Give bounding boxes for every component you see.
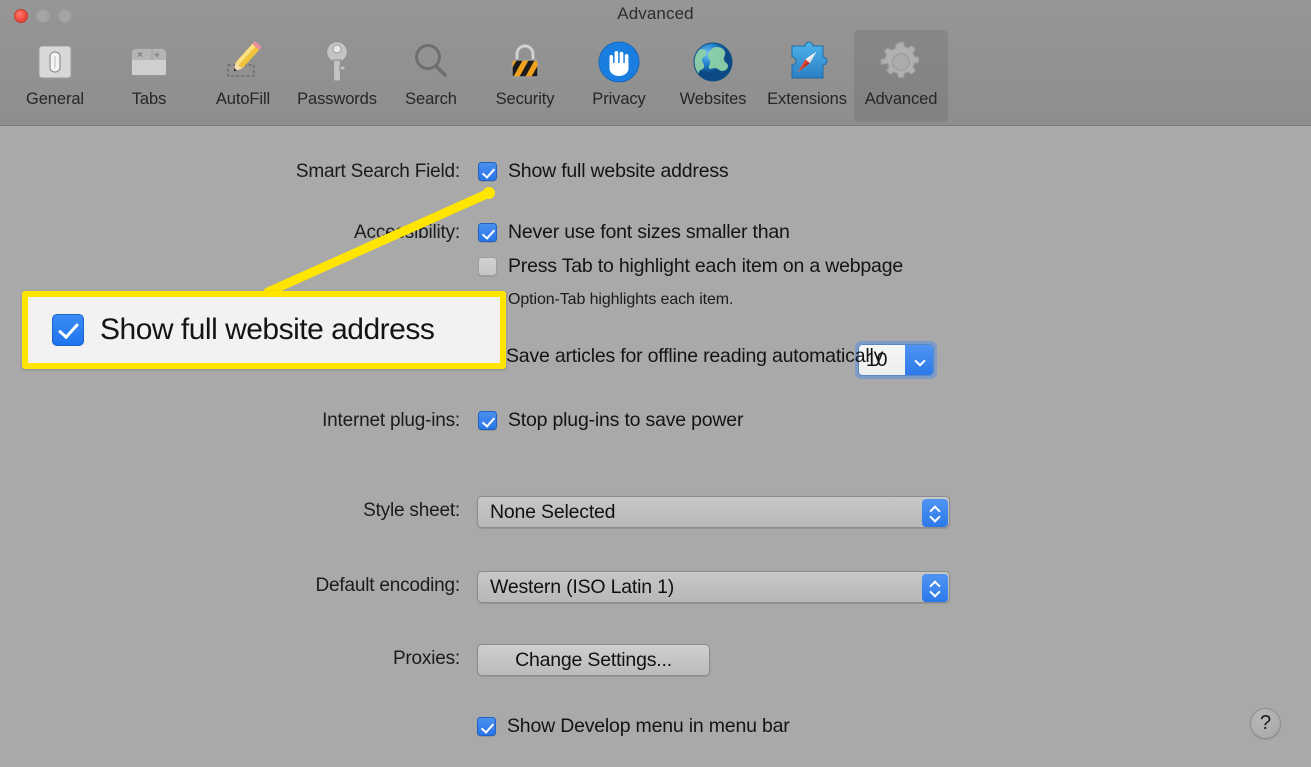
callout-label: Show full website address bbox=[100, 313, 435, 346]
chevron-up-down-icon[interactable] bbox=[921, 573, 948, 602]
tab-autofill[interactable]: AutoFill bbox=[196, 30, 290, 122]
chevron-up-down-icon[interactable] bbox=[921, 498, 948, 527]
tab-autofill-label: AutoFill bbox=[215, 90, 271, 108]
default-encoding-label: Default encoding: bbox=[315, 575, 461, 596]
privacy-hand-icon bbox=[594, 37, 644, 87]
passwords-key-icon bbox=[312, 37, 362, 87]
show-develop-menu-row[interactable]: Show Develop menu in menu bar bbox=[477, 715, 790, 738]
show-full-website-address-row[interactable]: Show full website address bbox=[478, 160, 729, 183]
default-encoding-select[interactable]: Western (ISO Latin 1) bbox=[477, 571, 950, 603]
accessibility-label: Accessibility: bbox=[354, 222, 460, 243]
chevron-down-icon[interactable] bbox=[905, 345, 933, 375]
tab-websites-label: Websites bbox=[679, 90, 747, 108]
extensions-puzzle-icon bbox=[782, 37, 832, 87]
advanced-gear-icon bbox=[876, 37, 926, 87]
smart-search-field-label: Smart Search Field: bbox=[295, 161, 460, 182]
never-use-font-sizes-label: Never use font sizes smaller than bbox=[508, 221, 790, 243]
autofill-pencil-icon bbox=[218, 37, 268, 87]
tab-privacy-label: Privacy bbox=[592, 90, 646, 108]
proxies-label: Proxies: bbox=[392, 648, 460, 669]
window-titlebar: Advanced General Tabs AutoFill Passwords… bbox=[0, 0, 1311, 126]
callout-checkbox[interactable] bbox=[52, 314, 84, 346]
show-full-website-address-checkbox[interactable] bbox=[478, 162, 497, 181]
tab-search-label: Search bbox=[405, 90, 457, 108]
show-full-website-address-label: Show full website address bbox=[508, 160, 729, 182]
preferences-window: Advanced General Tabs AutoFill Passwords… bbox=[0, 0, 1311, 767]
tab-general-label: General bbox=[25, 90, 84, 108]
show-develop-menu-checkbox[interactable] bbox=[477, 717, 496, 736]
help-button[interactable]: ? bbox=[1250, 708, 1281, 739]
show-develop-menu-label: Show Develop menu in menu bar bbox=[507, 715, 790, 737]
press-tab-highlight-label: Press Tab to highlight each item on a we… bbox=[508, 255, 903, 277]
tab-tabs-label: Tabs bbox=[131, 90, 167, 108]
stop-plugins-label: Stop plug-ins to save power bbox=[508, 409, 744, 431]
tab-advanced-label: Advanced bbox=[864, 90, 938, 108]
save-articles-offline-label: Save articles for offline reading automa… bbox=[506, 345, 884, 367]
tab-extensions-label: Extensions bbox=[767, 90, 847, 108]
tab-security[interactable]: Security bbox=[478, 30, 572, 122]
tab-extensions[interactable]: Extensions bbox=[760, 30, 854, 122]
tab-general[interactable]: General bbox=[8, 30, 102, 122]
style-sheet-select[interactable]: None Selected bbox=[477, 496, 950, 528]
change-settings-button[interactable]: Change Settings... bbox=[477, 644, 710, 676]
highlight-callout: Show full website address bbox=[22, 291, 506, 369]
tab-passwords-label: Passwords bbox=[297, 90, 377, 108]
general-switch-icon bbox=[30, 37, 80, 87]
press-tab-highlight-checkbox[interactable] bbox=[478, 257, 497, 276]
option-tab-note: Option-Tab highlights each item. bbox=[508, 291, 734, 308]
tab-search[interactable]: Search bbox=[384, 30, 478, 122]
style-sheet-label: Style sheet: bbox=[363, 500, 460, 521]
tab-advanced[interactable]: Advanced bbox=[854, 30, 948, 122]
window-title: Advanced bbox=[617, 4, 694, 23]
preferences-toolbar: General Tabs AutoFill Passwords Search S… bbox=[0, 30, 948, 122]
search-magnifier-icon bbox=[406, 37, 456, 87]
tab-passwords[interactable]: Passwords bbox=[290, 30, 384, 122]
style-sheet-value: None Selected bbox=[490, 500, 616, 523]
default-encoding-value: Western (ISO Latin 1) bbox=[490, 575, 675, 598]
websites-globe-icon bbox=[688, 37, 738, 87]
tab-privacy[interactable]: Privacy bbox=[572, 30, 666, 122]
security-padlock-icon bbox=[500, 37, 550, 87]
internet-plugins-label: Internet plug-ins: bbox=[322, 410, 460, 431]
advanced-settings-panel: Smart Search Field: Show full website ad… bbox=[0, 127, 1311, 767]
stop-plugins-checkbox[interactable] bbox=[478, 411, 497, 430]
tabs-icon bbox=[124, 37, 174, 87]
never-use-font-sizes-row[interactable]: Never use font sizes smaller than bbox=[478, 221, 790, 244]
tab-websites[interactable]: Websites bbox=[666, 30, 760, 122]
press-tab-highlight-row[interactable]: Press Tab to highlight each item on a we… bbox=[478, 255, 903, 278]
never-use-font-sizes-checkbox[interactable] bbox=[478, 223, 497, 242]
tab-security-label: Security bbox=[495, 90, 555, 108]
stop-plugins-row[interactable]: Stop plug-ins to save power bbox=[478, 409, 743, 432]
tab-tabs[interactable]: Tabs bbox=[102, 30, 196, 122]
